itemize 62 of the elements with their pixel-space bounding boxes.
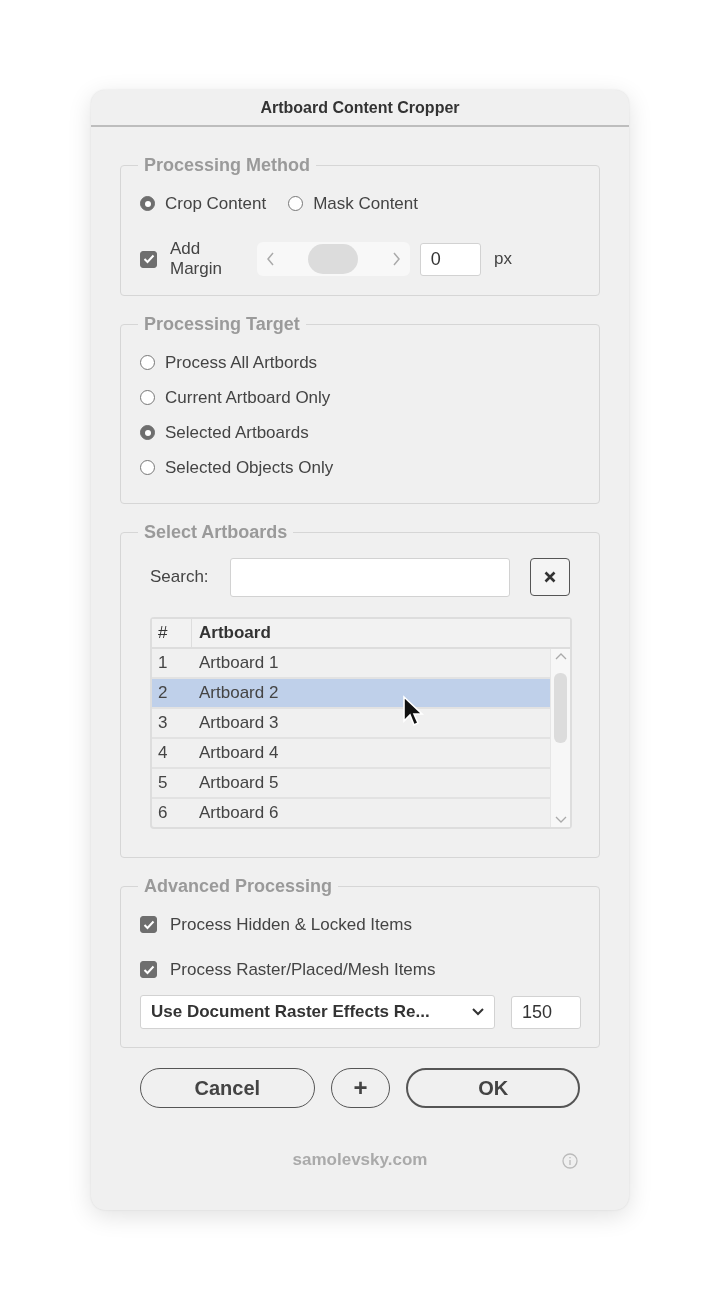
table-cell-text: Artboard 5	[198, 773, 279, 793]
chevron-down-icon	[472, 1008, 484, 1016]
table-row[interactable]: 2 Artboard 2	[152, 679, 550, 709]
radio-label[interactable]: Selected Objects Only	[165, 457, 334, 478]
radio-button[interactable]	[140, 196, 155, 211]
checkbox-label[interactable]: Process Raster/Placed/Mesh Items	[170, 959, 436, 980]
radio-label[interactable]: Mask Content	[313, 193, 418, 214]
radio-button[interactable]	[140, 460, 155, 475]
column-header[interactable]: #	[152, 619, 192, 647]
close-icon	[544, 571, 556, 583]
radio-button[interactable]	[140, 355, 155, 370]
radio-label[interactable]: Selected Artboards	[165, 422, 309, 443]
table-cell-text: Artboard 3	[198, 713, 279, 733]
table-cell-text: 3	[157, 713, 169, 733]
table-cell-text: Artboard 2	[198, 683, 279, 703]
chevron-right-icon[interactable]	[391, 252, 400, 266]
radio-button[interactable]	[140, 390, 155, 405]
table-cell-text: Artboard 4	[198, 743, 279, 763]
checkbox-label[interactable]: Process Hidden & Locked Items	[170, 914, 412, 935]
radio-label[interactable]: Crop Content	[165, 193, 267, 214]
group-legend: Select Artboards	[144, 522, 288, 542]
ok-button[interactable]: OK	[406, 1068, 580, 1108]
slider-thumb[interactable]	[308, 244, 359, 274]
search-label: Search:	[150, 567, 210, 587]
radio-label[interactable]: Current Artboard Only	[165, 387, 331, 408]
radio-label[interactable]: Process All Artbords	[165, 352, 318, 373]
window-title: Artboard Content Cropper	[260, 98, 460, 117]
checkbox[interactable]	[140, 250, 157, 268]
table-cell-text: Artboard 1	[198, 653, 279, 673]
table-cell-text: 5	[157, 773, 169, 793]
group-legend: Processing Target	[144, 314, 300, 334]
resolution-input[interactable]: 150	[511, 995, 581, 1029]
clear-search-button[interactable]	[530, 558, 570, 596]
group-legend: Advanced Processing	[144, 876, 333, 896]
column-header[interactable]: Artboard	[192, 623, 271, 643]
table-cell-text: 4	[157, 743, 169, 763]
checkbox[interactable]	[140, 961, 157, 978]
radio-button[interactable]	[140, 425, 155, 440]
chevron-left-icon[interactable]	[266, 252, 275, 266]
table-row[interactable]: 4 Artboard 4	[152, 739, 550, 769]
pointer-cursor-icon	[402, 695, 424, 729]
group-legend: Processing Method	[144, 155, 311, 175]
search-field[interactable]	[230, 557, 510, 597]
scroll-up-icon[interactable]	[554, 652, 567, 660]
table-row[interactable]: 5 Artboard 5	[152, 769, 550, 799]
unit-label: px	[494, 249, 514, 269]
margin-input[interactable]: 0	[419, 242, 482, 276]
radio-button[interactable]	[288, 196, 304, 211]
info-icon[interactable]	[562, 1153, 578, 1169]
checkbox-label[interactable]: Add Margin	[170, 239, 257, 279]
table-cell-text: 6	[157, 803, 169, 823]
margin-slider[interactable]	[256, 242, 410, 276]
checkbox[interactable]	[140, 916, 157, 933]
table-cell-text: Artboard 6	[198, 803, 279, 823]
cancel-button[interactable]: Cancel	[140, 1068, 315, 1108]
scroll-down-icon[interactable]	[554, 816, 567, 824]
add-button[interactable]: +	[330, 1068, 391, 1108]
table-cell-text: 1	[157, 653, 169, 673]
table-row[interactable]: 6 Artboard 6	[152, 799, 550, 827]
table-cell-text: 2	[157, 683, 169, 703]
resolution-dropdown[interactable]: Use Document Raster Effects Re...	[140, 995, 495, 1029]
scrollbar[interactable]	[550, 649, 570, 827]
